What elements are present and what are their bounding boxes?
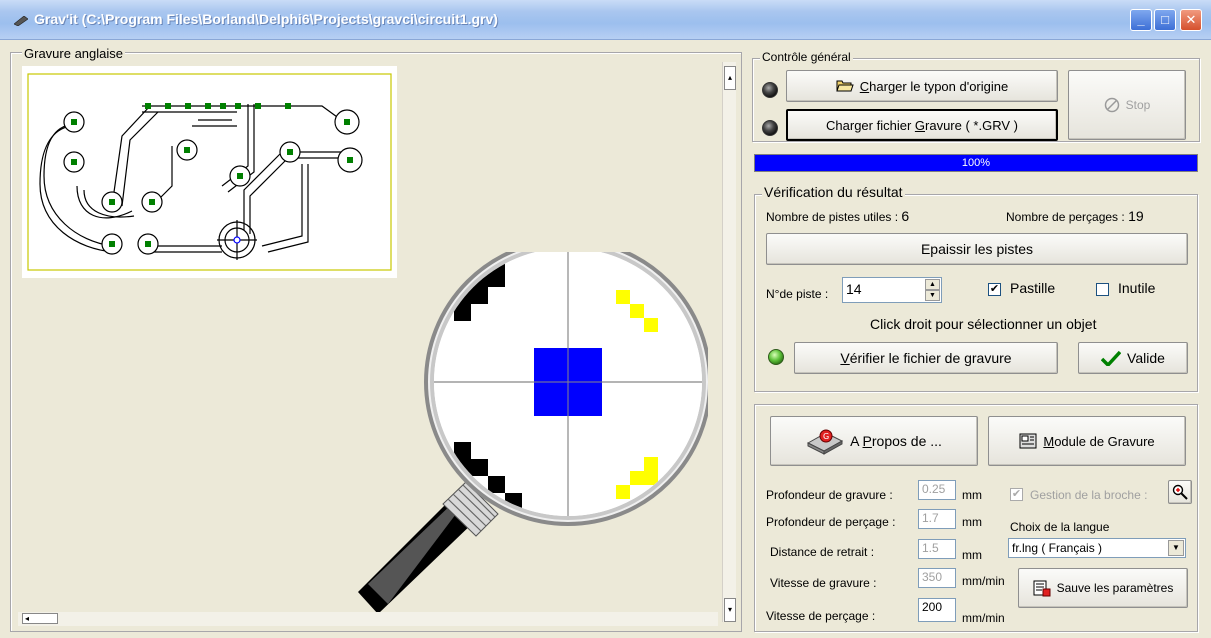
title-bar[interactable]: Grav'it (C:\Program Files\Borland\Delphi… — [0, 0, 1211, 40]
window-title: Grav'it (C:\Program Files\Borland\Delphi… — [34, 11, 498, 27]
zoom-icon — [1172, 484, 1188, 500]
right-click-hint: Click droit pour sélectionner un objet — [870, 316, 1097, 332]
zoom-button[interactable] — [1168, 480, 1192, 504]
language-select[interactable]: fr.lng ( Français ) ▼ — [1008, 538, 1186, 558]
engraving-depth-input[interactable]: 0.25 — [918, 480, 956, 500]
scroll-up-button[interactable]: ▴ — [724, 66, 736, 90]
drill-depth-label: Profondeur de perçage : — [766, 515, 896, 529]
module-button[interactable]: Module de Gravure — [988, 416, 1186, 466]
svg-text:G: G — [823, 432, 829, 441]
drill-speed-input[interactable]: 200 — [918, 598, 956, 622]
track-number-label: N°de piste : — [766, 287, 829, 301]
close-button[interactable]: ✕ — [1180, 9, 1202, 31]
general-control-legend: Contrôle général — [760, 50, 853, 64]
language-label: Choix de la langue — [1010, 520, 1110, 534]
retract-distance-input[interactable]: 1.5 — [918, 539, 956, 559]
drill-speed-label: Vitesse de perçage : — [766, 609, 876, 623]
pen-icon — [14, 16, 28, 26]
engraving-depth-unit: mm — [962, 488, 982, 502]
about-button[interactable]: G A Propos de ... — [770, 416, 978, 466]
drills-count: Nombre de perçages : 19 — [1006, 208, 1144, 224]
verification-legend: Vérification du résultat — [762, 184, 905, 200]
chevron-down-icon[interactable]: ▼ — [1168, 540, 1184, 556]
track-number-value: 14 — [846, 281, 862, 297]
drill-speed-unit: mm/min — [962, 611, 1005, 625]
valid-button[interactable]: Valide — [1078, 342, 1188, 374]
maximize-button[interactable]: □ — [1154, 9, 1176, 31]
spindle-label: Gestion de la broche : — [1030, 488, 1148, 502]
spinner-up-button[interactable]: ▲ — [925, 279, 940, 290]
spindle-checkbox[interactable]: ✔ — [1010, 488, 1023, 501]
scroll-left-button[interactable]: ◂ — [22, 613, 58, 624]
inutile-label: Inutile — [1118, 280, 1156, 296]
drill-depth-input[interactable]: 1.7 — [918, 509, 956, 529]
verify-status-led — [768, 349, 784, 365]
thicken-tracks-button[interactable]: Epaissir les pistes — [766, 233, 1188, 265]
magnifier-view[interactable] — [358, 252, 708, 614]
pastille-label: Pastille — [1010, 280, 1056, 296]
save-params-icon — [1033, 580, 1051, 597]
pcb-preview[interactable] — [22, 66, 397, 278]
inutile-checkbox[interactable] — [1096, 283, 1109, 296]
checkmark-icon — [1101, 350, 1122, 366]
retract-distance-unit: mm — [962, 548, 982, 562]
about-label: A Propos de ... — [850, 433, 942, 449]
tracks-count: Nombre de pistes utiles : 6 — [766, 208, 910, 224]
save-params-label: Sauve les paramètres — [1056, 581, 1174, 595]
pastille-checkbox[interactable]: ✔ — [988, 283, 1001, 296]
verify-file-button[interactable]: Vérifier le fichier de gravure — [794, 342, 1058, 374]
load-origin-button[interactable]: Charger le typon d'origine — [786, 70, 1058, 102]
engraving-panel: Gravure anglaise ▴ ▾ ◂ — [10, 46, 742, 632]
stop-icon — [1104, 97, 1119, 113]
module-label: Module de Gravure — [1043, 433, 1155, 449]
engraving-canvas[interactable] — [18, 62, 718, 614]
load-origin-label: Charger le typon d'origine — [859, 78, 1009, 94]
spinner-down-button[interactable]: ▼ — [925, 290, 940, 301]
horizontal-scrollbar[interactable]: ◂ — [18, 612, 718, 626]
engraving-legend: Gravure anglaise — [22, 46, 125, 61]
progress-text: 100% — [961, 157, 991, 169]
chip-icon: G — [806, 429, 844, 455]
save-params-button[interactable]: Sauve les paramètres — [1018, 568, 1188, 608]
selected-pad — [534, 348, 602, 416]
language-value: fr.lng ( Français ) — [1012, 541, 1103, 555]
load-grv-label: Charger fichier Gravure ( *.GRV ) — [826, 117, 1018, 133]
load-grv-button[interactable]: Charger fichier Gravure ( *.GRV ) — [786, 109, 1058, 141]
progress-bar: 100% — [754, 154, 1198, 172]
retract-distance-label: Distance de retrait : — [770, 545, 875, 559]
minimize-button[interactable]: _ — [1130, 9, 1152, 31]
module-icon — [1019, 433, 1037, 449]
engraving-depth-label: Profondeur de gravure : — [766, 488, 893, 502]
valid-label: Valide — [1127, 350, 1165, 366]
status-led-origin — [762, 82, 778, 98]
drill-depth-unit: mm — [962, 515, 982, 529]
vertical-scrollbar[interactable]: ▴ ▾ — [722, 62, 736, 622]
status-led-grv — [762, 120, 778, 136]
folder-open-icon — [836, 80, 854, 92]
track-number-spinner[interactable]: 14 ▲ ▼ — [842, 277, 942, 303]
verify-file-label: Vérifier le fichier de gravure — [840, 350, 1012, 366]
scroll-down-button[interactable]: ▾ — [724, 598, 736, 622]
stop-label: Stop — [1125, 98, 1151, 112]
engraving-speed-unit: mm/min — [962, 574, 1005, 588]
engraving-speed-input[interactable]: 350 — [918, 568, 956, 588]
stop-button[interactable]: Stop — [1068, 70, 1186, 140]
engraving-speed-label: Vitesse de gravure : — [770, 576, 877, 590]
